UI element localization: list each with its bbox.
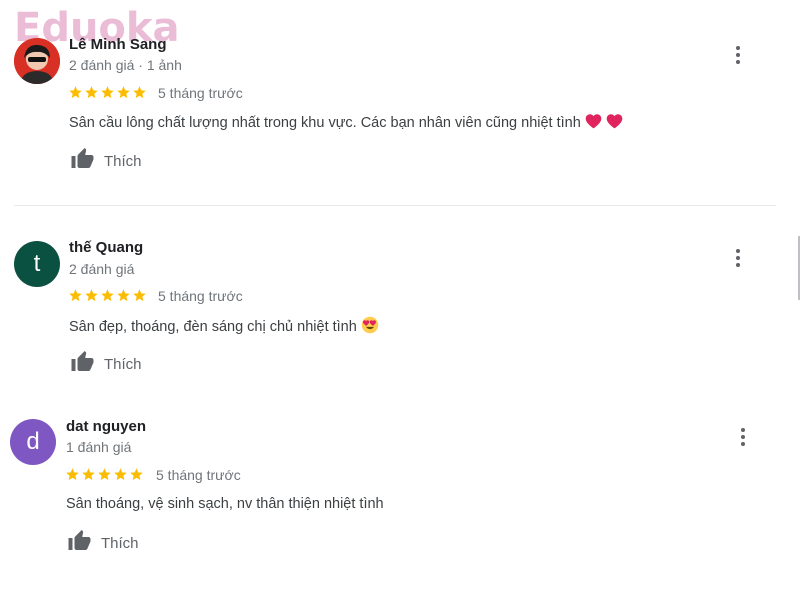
more-options-button[interactable] [728,246,748,270]
star-rating [65,466,144,482]
more-vertical-icon [736,46,740,50]
star-icon [81,467,96,482]
review-divider [14,205,776,206]
review-date: 5 tháng trước [158,85,243,101]
more-options-button[interactable] [733,425,753,449]
star-icon [84,85,99,100]
star-icon [68,85,83,100]
reviewer-name[interactable]: dat nguyen [66,418,146,435]
reviewer-meta: 2 đánh giá [69,261,135,277]
star-icon [132,85,147,100]
reviewer-name[interactable]: Lê Minh Sang [69,36,167,53]
star-icon [132,288,147,303]
review-text-content: Sân đẹp, thoáng, đèn sáng chị chủ nhiệt … [69,319,357,335]
like-button[interactable]: Thích [66,529,139,558]
like-button[interactable]: Thích [69,350,142,379]
star-icon [97,467,112,482]
star-icon [116,85,131,100]
avatar-letter: t [33,250,41,277]
reviewer-name[interactable]: thế Quang [69,239,143,256]
like-label: Thích [104,153,142,170]
star-icon [100,288,115,303]
like-label: Thích [101,535,139,552]
thumbs-up-icon [69,350,96,379]
review-text: Sân đẹp, thoáng, đèn sáng chị chủ nhiệt … [69,316,379,338]
avatar[interactable]: t [14,241,60,287]
star-icon [68,288,83,303]
star-rating [68,287,147,303]
avatar[interactable] [14,38,60,84]
more-vertical-icon [736,249,740,253]
star-icon [129,467,144,482]
review-date: 5 tháng trước [156,467,241,483]
more-vertical-icon [741,428,745,432]
reviewer-meta: 1 đánh giá [66,439,132,455]
star-icon [65,467,80,482]
thumbs-up-icon [69,147,96,176]
star-rating [68,84,147,100]
review-text: Sân thoáng, vệ sinh sạch, nv thân thiện … [66,496,384,512]
more-options-button[interactable] [728,43,748,67]
reviewer-meta: 2 đánh giá · 1 ảnh [69,57,182,73]
star-icon [84,288,99,303]
thumbs-up-icon [66,529,93,558]
like-label: Thích [104,356,142,373]
star-icon [100,85,115,100]
review-text: Sân cầu lông chất lượng nhất trong khu v… [69,113,623,133]
review-date: 5 tháng trước [158,288,243,304]
heart-emoji [585,113,602,133]
review-text-content: Sân cầu lông chất lượng nhất trong khu v… [69,115,581,131]
heart-emoji [606,113,623,133]
like-button[interactable]: Thích [69,147,142,176]
star-icon [116,288,131,303]
avatar-letter: d [26,428,40,455]
star-icon [113,467,128,482]
review-text-content: Sân thoáng, vệ sinh sạch, nv thân thiện … [66,496,384,512]
reviews-page: Eduoka Lê Minh Sang 2 đánh giá · 1 ảnh 5… [0,0,800,600]
avatar[interactable]: d [10,419,56,465]
avatar-photo [14,38,60,84]
heart-eyes-emoji [361,316,379,338]
